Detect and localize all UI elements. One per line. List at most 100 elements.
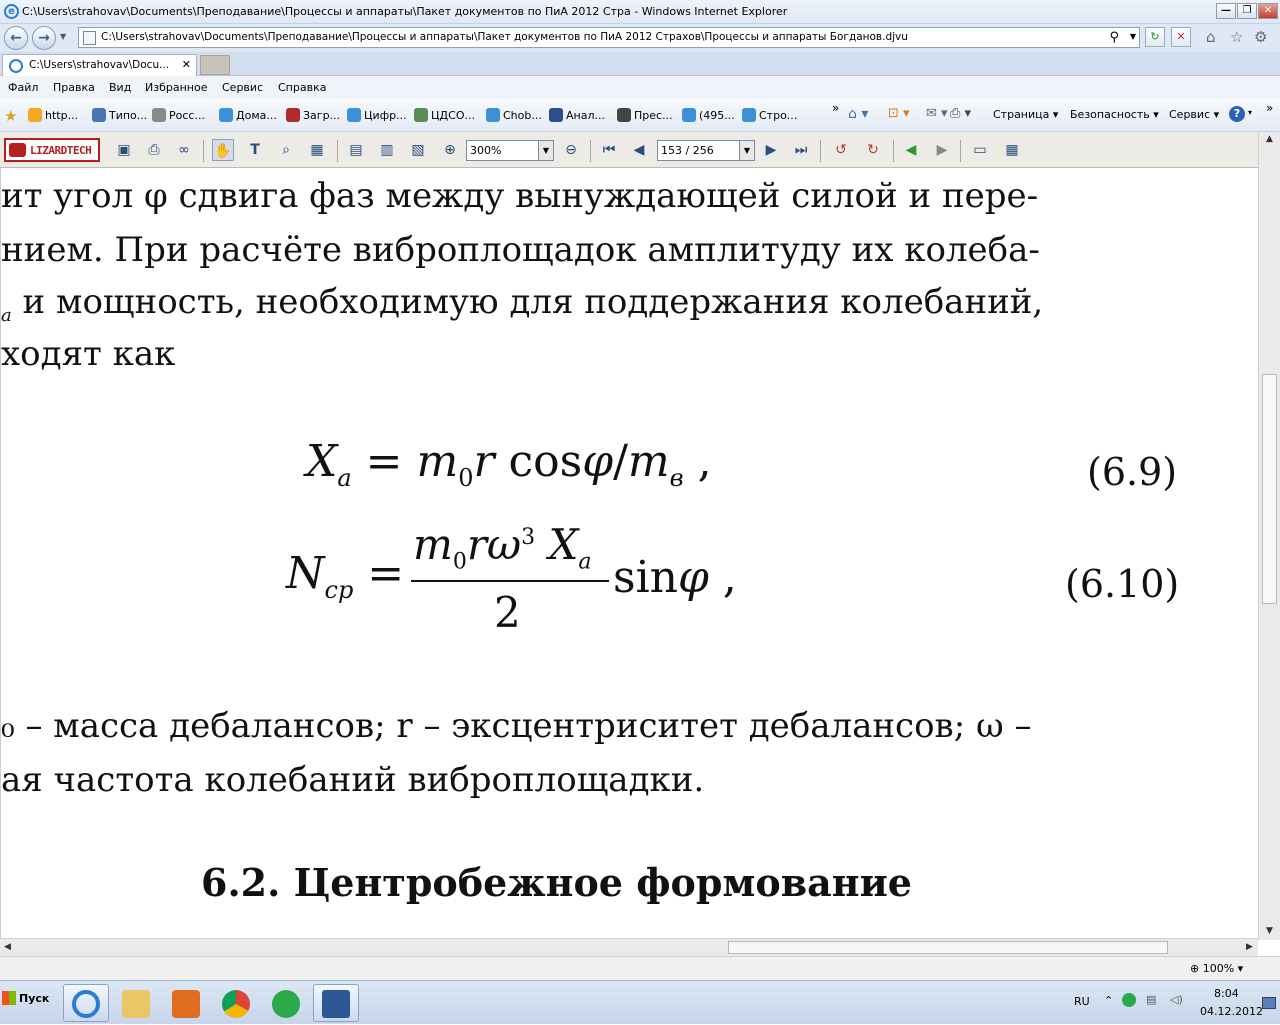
taskbar-word[interactable]: [313, 984, 359, 1022]
safety-menu[interactable]: Безопасность ▾: [1070, 108, 1159, 121]
help-dropdown-icon[interactable]: ▾: [1248, 108, 1252, 117]
volume-icon[interactable]: ◁): [1170, 993, 1183, 1006]
address-dropdown-icon[interactable]: ▼: [1130, 32, 1136, 41]
menu-edit[interactable]: Правка: [53, 81, 95, 94]
favorite-link[interactable]: Росс...: [152, 108, 205, 122]
thumbnails-view-icon[interactable]: ▦: [1001, 139, 1023, 161]
menu-help[interactable]: Справка: [278, 81, 326, 94]
menu-favorites[interactable]: Избранное: [145, 81, 207, 94]
clock-date[interactable]: 04.12.2012: [1200, 1005, 1263, 1018]
home-icon[interactable]: ⌂ ▾: [848, 106, 868, 122]
status-zoom[interactable]: ⊕ 100% ▾: [1190, 962, 1243, 975]
previous-page-icon[interactable]: ◀: [628, 139, 650, 161]
scroll-up-icon[interactable]: ▲: [1266, 134, 1273, 144]
taskbar-media[interactable]: [163, 984, 209, 1022]
page-dropdown-icon[interactable]: ▼: [739, 141, 754, 160]
tray-expand-icon[interactable]: ⌃: [1104, 994, 1113, 1007]
favorite-link[interactable]: http...: [28, 108, 78, 122]
fit-page-icon[interactable]: ▤: [345, 139, 367, 161]
save-icon[interactable]: ▣: [113, 139, 135, 161]
zoom-combo[interactable]: 300% ▼: [466, 140, 554, 161]
favorite-site-icon: [617, 108, 631, 122]
favorite-link[interactable]: Стро...: [742, 108, 797, 122]
rotate-left-icon[interactable]: ↺: [830, 139, 852, 161]
menu-file[interactable]: Файл: [8, 81, 38, 94]
address-bar[interactable]: C:\Users\strahovav\Documents\Преподавани…: [78, 27, 1140, 48]
search-icon[interactable]: ⚲: [1109, 30, 1119, 45]
print-icon[interactable]: ⎙: [143, 139, 165, 161]
start-button[interactable]: Пуск: [2, 991, 49, 1005]
page-menu[interactable]: Страница ▾: [993, 108, 1058, 121]
horizontal-scroll-thumb[interactable]: [728, 941, 1168, 954]
close-window-button[interactable]: ✕: [1258, 3, 1278, 19]
favorite-link[interactable]: (495...: [682, 108, 735, 122]
show-desktop-icon[interactable]: [1262, 997, 1276, 1009]
favorite-link[interactable]: Загр...: [286, 108, 340, 122]
taskbar-agent[interactable]: [263, 984, 309, 1022]
favorite-link[interactable]: Цифр...: [347, 108, 407, 122]
zoom-tool-icon[interactable]: ⌕: [275, 139, 297, 161]
favorite-link[interactable]: Анал...: [549, 108, 605, 122]
actual-size-icon[interactable]: ▧: [407, 139, 429, 161]
taskbar-ie[interactable]: [63, 984, 109, 1022]
help-icon[interactable]: ?: [1229, 106, 1245, 122]
zoom-dropdown-icon[interactable]: ▼: [538, 141, 553, 160]
favorite-link[interactable]: Дома...: [219, 108, 277, 122]
address-url[interactable]: C:\Users\strahovav\Documents\Преподавани…: [101, 31, 908, 43]
rotate-right-icon[interactable]: ↻: [862, 139, 884, 161]
find-binoculars-icon[interactable]: ∞: [173, 139, 195, 161]
tab-close-icon[interactable]: ✕: [182, 58, 191, 71]
scroll-left-icon[interactable]: ◀: [4, 942, 11, 952]
menu-tools[interactable]: Сервис: [222, 81, 263, 94]
taskbar-explorer[interactable]: [113, 984, 159, 1022]
favorite-label: Цифр...: [364, 109, 407, 122]
refresh-button[interactable]: ↻: [1145, 27, 1165, 47]
new-tab-button[interactable]: [200, 55, 230, 75]
tools-gear-icon[interactable]: ⚙: [1254, 28, 1267, 46]
single-page-view-icon[interactable]: ▭: [969, 139, 991, 161]
favorite-link[interactable]: Прес...: [617, 108, 673, 122]
vertical-scroll-thumb[interactable]: [1262, 374, 1277, 604]
region-select-icon[interactable]: ▦: [306, 139, 328, 161]
favorite-link[interactable]: Chob...: [486, 108, 542, 122]
go-forward-icon[interactable]: ▶: [931, 139, 953, 161]
page-combo[interactable]: 153 / 256 ▼: [657, 140, 755, 161]
print-icon[interactable]: ⎙ ▾: [950, 106, 971, 121]
next-page-icon[interactable]: ▶: [760, 139, 782, 161]
taskbar-chrome[interactable]: [213, 984, 259, 1022]
mail-icon[interactable]: ✉ ▾: [926, 106, 948, 121]
scroll-right-icon[interactable]: ▶: [1246, 942, 1253, 952]
tools-menu[interactable]: Сервис ▾: [1169, 108, 1219, 121]
zoom-in-icon[interactable]: ⊕: [439, 139, 461, 161]
fit-width-icon[interactable]: ▥: [376, 139, 398, 161]
first-page-icon[interactable]: ⏮: [598, 139, 620, 161]
clock-time[interactable]: 8:04: [1214, 987, 1239, 1000]
favorites-star-icon[interactable]: ☆: [1230, 28, 1243, 46]
hand-tool-icon[interactable]: ✋: [212, 139, 234, 161]
zoom-out-icon[interactable]: ⊖: [560, 139, 582, 161]
language-indicator[interactable]: RU: [1074, 995, 1090, 1008]
menu-view[interactable]: Вид: [109, 81, 131, 94]
stop-button[interactable]: ✕: [1171, 27, 1191, 47]
history-dropdown-icon[interactable]: ▼: [60, 32, 66, 41]
vertical-scrollbar[interactable]: ▲ ▼: [1258, 132, 1280, 940]
rss-icon[interactable]: ⊡ ▾: [888, 106, 910, 121]
favorite-link[interactable]: Типо...: [92, 108, 147, 122]
favorites-star-icon[interactable]: ★: [4, 107, 17, 125]
forward-button[interactable]: →: [32, 26, 56, 50]
tab-djvu[interactable]: C:\Users\strahovav\Docu... ✕: [2, 54, 197, 76]
network-icon[interactable]: ▤: [1146, 993, 1156, 1006]
go-back-icon[interactable]: ◀: [900, 139, 922, 161]
last-page-icon[interactable]: ⏭: [790, 139, 812, 161]
minimize-button[interactable]: —: [1216, 3, 1236, 19]
agent-tray-icon[interactable]: [1122, 993, 1136, 1007]
more-favorites-icon[interactable]: »: [832, 101, 839, 115]
back-button[interactable]: ←: [4, 26, 28, 50]
favorite-link[interactable]: ЦДСО...: [414, 108, 475, 122]
text-select-icon[interactable]: T: [244, 139, 266, 161]
command-more-icon[interactable]: »: [1266, 101, 1273, 115]
horizontal-scrollbar[interactable]: ◀ ▶: [0, 938, 1258, 956]
home-icon[interactable]: ⌂: [1206, 28, 1216, 46]
scroll-down-icon[interactable]: ▼: [1266, 926, 1273, 936]
maximize-button[interactable]: ❐: [1237, 3, 1257, 19]
